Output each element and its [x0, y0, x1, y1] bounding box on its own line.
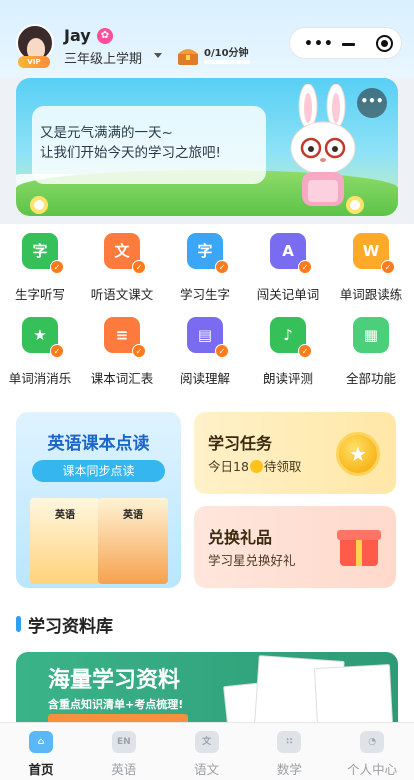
vip-check-icon: ✓ — [215, 344, 229, 358]
feature-2[interactable]: 字 ✓ 学习生字 — [165, 228, 245, 308]
star-coin-icon: ★ — [336, 432, 380, 476]
library-banner-title: 海量学习资料 — [48, 668, 181, 693]
feature-label: 学习生字 — [179, 287, 230, 302]
greeting-line-2: 让我们开始今天的学习之旅吧! — [40, 145, 221, 161]
grade-selector[interactable]: 三年级上学期 — [64, 48, 142, 67]
vip-check-icon: ✓ — [381, 260, 395, 274]
feature-label: 课本词汇表 — [90, 371, 154, 386]
greeting-line-1: 又是元气满满的一天~ — [40, 125, 173, 141]
vip-check-icon: ✓ — [298, 344, 312, 358]
feature-label: 朗读评测 — [262, 371, 313, 386]
feature-8[interactable]: ♪ ✓ 朗读评测 — [248, 312, 328, 392]
math-icon: ∷ — [277, 731, 302, 753]
vip-check-icon: ✓ — [132, 260, 146, 274]
reader-subtitle: 课本同步点读 — [32, 460, 165, 482]
library-banner-subtitle: 含重点知识清单+考点梳理! — [48, 698, 184, 711]
feature-label: 生字听写 — [14, 287, 65, 302]
star-coin-icon — [249, 460, 263, 473]
feature-label: 全部功能 — [345, 371, 396, 386]
cards-section: 英语课本点读 课本同步点读 英语 英语 学习任务 今日18 待领取 ★ 兑换礼品 … — [0, 394, 414, 614]
vip-icon: ✿ — [97, 28, 113, 44]
feature-3[interactable]: A ✓ 闯关记单词 — [248, 228, 328, 308]
greeting-bubble: 又是元气满满的一天~ 让我们开始今天的学习之旅吧! — [32, 106, 266, 184]
home-icon: ⌂ — [29, 731, 53, 753]
user-name: Jay — [64, 26, 91, 45]
reader-title: 英语课本点读 — [47, 434, 150, 454]
textbook-cover: 英语 — [30, 498, 100, 584]
feature-9[interactable]: ▦ 全部功能 — [331, 312, 411, 392]
tab-label: 个人中心 — [347, 762, 398, 777]
vip-check-icon: ✓ — [50, 260, 64, 274]
chinese-icon: 文 — [194, 731, 219, 753]
library-title: 学习资料库 — [28, 617, 113, 637]
feature-4[interactable]: W ✓ 单词跟读练 — [331, 228, 411, 308]
top-header: VIP Jay ✿ 三年级上学期 0/10分钟 ••• — [0, 0, 414, 78]
document-image — [313, 664, 395, 724]
vip-check-icon: ✓ — [215, 260, 229, 274]
carousel-indicator — [82, 578, 114, 581]
feature-grid: 字 ✓ 生字听写文 ✓ 听语文课文字 ✓ 学习生字 A ✓ 闯关记单词 W ✓ 单词跟读练 ★ ✓ 单词消消乐… — [0, 224, 414, 394]
textbook-reader-card[interactable]: 英语课本点读 课本同步点读 英语 英语 — [16, 412, 181, 588]
book-label: 英语 — [123, 510, 143, 521]
chat-icon[interactable]: ••• — [357, 88, 387, 118]
vip-check-icon: ✓ — [298, 260, 312, 274]
study-library-section: 学习资料库 海量学习资料 含重点知识清单+考点梳理! — [0, 600, 414, 724]
study-task-card[interactable]: 学习任务 今日18 待领取 ★ — [194, 412, 396, 494]
feature-0[interactable]: 字 ✓ 生字听写 — [0, 228, 80, 308]
welcome-banner[interactable]: 又是元气满满的一天~ 让我们开始今天的学习之旅吧! ••• — [16, 78, 398, 216]
minimize-icon[interactable] — [342, 43, 355, 46]
library-banner[interactable]: 海量学习资料 含重点知识清单+考点梳理! — [16, 652, 398, 724]
tab-1[interactable]: EN 英语 — [83, 723, 165, 780]
tab-label: 首页 — [28, 762, 54, 777]
tab-label: 语文 — [194, 762, 220, 777]
tab-0[interactable]: ⌂ 首页 — [0, 723, 82, 780]
feature-1[interactable]: 文 ✓ 听语文课文 — [82, 228, 162, 308]
tab-label: 英语 — [111, 762, 137, 777]
chevron-down-icon[interactable] — [154, 53, 162, 58]
profile-icon: ◔ — [360, 731, 385, 753]
textbook-cover: 英语 — [98, 498, 168, 584]
vip-check-icon: ✓ — [50, 344, 64, 358]
vip-check-icon: ✓ — [132, 344, 146, 358]
feature-label: 单词跟读练 — [339, 287, 403, 302]
gift-box-icon — [337, 530, 381, 566]
feature-icon: ▦ — [353, 317, 389, 353]
bottom-tab-bar: ⌂ 首页 EN 英语 文语文 ∷ 数学 ◔ 个人中心 — [0, 722, 414, 780]
task-subtitle: 今日18 待领取 — [208, 459, 302, 474]
task-title: 学习任务 — [208, 434, 273, 453]
close-target-icon[interactable] — [376, 35, 393, 52]
more-icon[interactable]: ••• — [304, 36, 334, 52]
vip-badge: VIP — [18, 56, 50, 68]
study-progress-bar — [204, 60, 250, 64]
tab-3[interactable]: ∷ 数学 — [248, 723, 330, 780]
tab-2[interactable]: 文语文 — [166, 723, 248, 780]
book-label: 英语 — [55, 510, 75, 521]
feature-5[interactable]: ★ ✓ 单词消消乐 — [0, 312, 80, 392]
gift-title: 兑换礼品 — [208, 528, 273, 547]
gift-subtitle: 学习星兑换好礼 — [208, 553, 296, 568]
mini-program-capsule: ••• — [289, 27, 402, 59]
english-icon: EN — [111, 731, 136, 753]
feature-label: 阅读理解 — [179, 371, 230, 386]
feature-label: 闯关记单词 — [256, 287, 320, 302]
feature-6[interactable]: ≡ ✓ 课本词汇表 — [82, 312, 162, 392]
gift-exchange-card[interactable]: 兑换礼品 学习星兑换好礼 — [194, 506, 396, 588]
tab-4[interactable]: ◔ 个人中心 — [331, 723, 413, 780]
section-accent — [16, 616, 21, 632]
feature-7[interactable]: ▤ ✓ 阅读理解 — [165, 312, 245, 392]
tab-label: 数学 — [276, 762, 302, 777]
treasure-chest-icon[interactable] — [177, 46, 199, 66]
study-time-label: 0/10分钟 — [204, 48, 249, 59]
feature-label: 单词消消乐 — [8, 371, 72, 386]
feature-label: 听语文课文 — [90, 287, 154, 302]
